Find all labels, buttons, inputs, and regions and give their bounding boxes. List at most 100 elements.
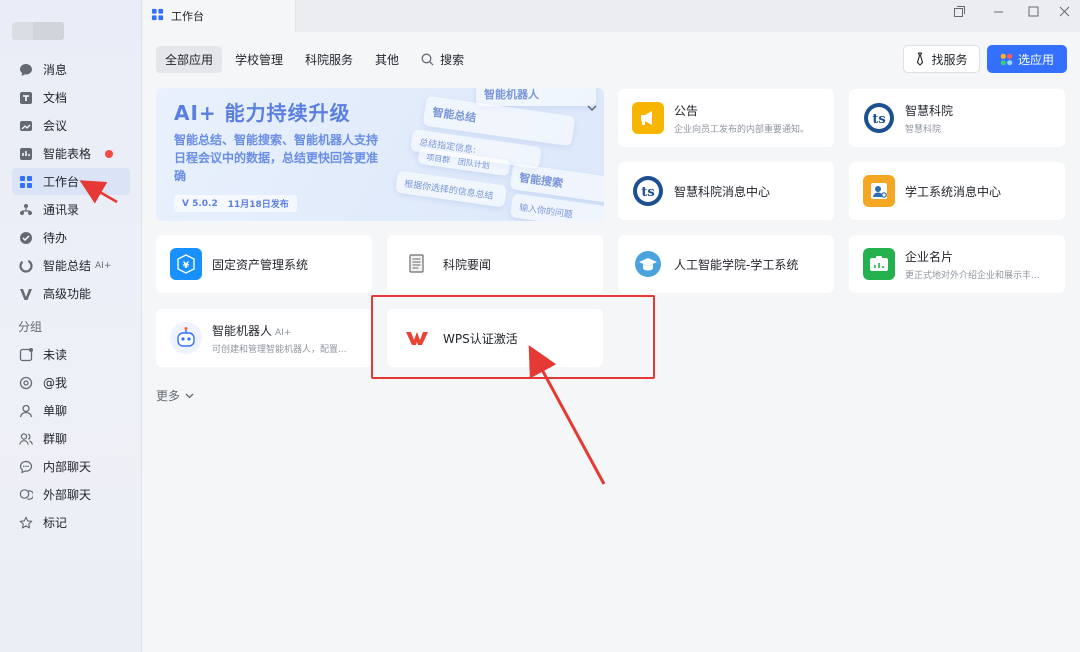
search-button[interactable]: 搜索 [412,46,473,73]
megaphone-icon [632,102,664,134]
ai-promo-banner[interactable]: AI+ 能力持续升级 智能总结、智能搜索、智能机器人支持日程会议中的数据，总结更… [156,88,604,221]
avatar[interactable] [12,22,64,40]
app-name: 企业名片 [905,249,954,264]
banner-description: 智能总结、智能搜索、智能机器人支持日程会议中的数据，总结更快回答更准确 [174,133,379,183]
user-icon [18,403,34,419]
app-description: 可创建和管理智能机器人，配置... [212,344,347,355]
app-description: 智慧科院 [905,124,942,135]
sidebar-item-meeting[interactable]: 会议 [12,112,130,139]
sidebar: 消息 文档 会议 智能表格 工作台 通讯录 待办 智能总结 AI+ 高级功能 分… [0,0,142,652]
sidebar-item-unread[interactable]: 未读 [12,341,130,368]
svg-text:ts: ts [641,185,654,200]
search-label: 搜索 [440,53,465,67]
sidebar-item-label: 工作台 [43,175,80,189]
app-announcement[interactable]: 公告 企业向员工发布的内部重要通知。 [618,89,834,147]
contacts-icon [18,202,34,218]
app-smart-college[interactable]: ts 智慧科院 智慧科院 [849,89,1065,147]
window-title: 工作台 [171,10,204,23]
sidebar-item-advanced[interactable]: 高级功能 [12,280,130,307]
notification-dot [105,149,114,158]
more-toggle[interactable]: 更多 [156,387,194,404]
sidebar-item-label: 未读 [43,348,68,362]
svg-text:¥: ¥ [183,261,190,271]
find-service-button[interactable]: 找服务 [903,45,980,73]
sidebar-item-marked[interactable]: 标记 [12,509,130,536]
window-tab[interactable]: 工作台 [143,0,296,32]
chat-icon [18,459,34,475]
banner-deco-note: 根据你选择的信息总结 [395,170,507,208]
app-name: 学工系统消息中心 [905,184,1002,199]
deco-text: 项目群 [425,152,451,165]
news-icon [401,248,433,280]
doc-icon [18,90,34,106]
app-name: 智慧科院消息中心 [674,184,771,199]
sidebar-item-label: 待办 [43,231,68,245]
school-logo-icon: ts [863,102,895,134]
release-date: 11月18日发布 [227,200,289,210]
app-smart-college-message-center[interactable]: ts 智慧科院消息中心 [618,162,834,220]
sidebar-item-external-chat[interactable]: 外部聊天 [12,481,130,508]
deco-text: 根据你选择的信息总结 [403,178,495,202]
app-name: 智能机器人 AI+ [212,322,347,339]
sidebar-item-docs[interactable]: 文档 [12,84,130,111]
star-icon [18,515,34,531]
sidebar-item-smart-summary[interactable]: 智能总结 AI+ [12,252,130,279]
tab-all-apps[interactable]: 全部应用 [156,46,223,73]
ai-badge: AI+ [95,260,112,271]
app-business-card[interactable]: 企业名片 更正式地对外介绍企业和展示丰... [849,235,1065,293]
popout-icon[interactable] [946,0,972,22]
at-icon [18,375,34,391]
minimize-icon[interactable] [985,0,1011,22]
banner-title: AI+ 能力持续升级 [174,101,351,125]
sidebar-item-label: @我 [43,376,68,390]
deco-text: 智能搜索 [518,171,564,191]
sidebar-item-workbench[interactable]: 工作台 [12,168,130,195]
app-smart-robot[interactable]: 智能机器人 AI+ 可创建和管理智能机器人，配置... [156,309,372,367]
sidebar-item-internal-chat[interactable]: 内部聊天 [12,453,130,480]
pick-app-button[interactable]: 选应用 [987,45,1067,73]
app-ai-college-student-affairs[interactable]: 人工智能学院-学工系统 [618,235,834,293]
asset-icon: ¥ [170,248,202,280]
tab-school-management[interactable]: 学校管理 [226,46,292,73]
tab-other[interactable]: 其他 [366,46,408,73]
chevron-down-icon[interactable] [584,100,600,116]
sidebar-item-group-chat[interactable]: 群聊 [12,425,130,452]
todo-icon [18,230,34,246]
group-icon [18,431,34,447]
robot-icon [170,322,202,354]
close-icon[interactable] [1051,0,1077,22]
message-icon [18,62,34,78]
sidebar-item-single-chat[interactable]: 单聊 [12,397,130,424]
category-tabs: 全部应用 学校管理 科院服务 其他 搜索 [156,46,477,73]
app-fixed-asset-management[interactable]: ¥ 固定资产管理系统 [156,235,372,293]
sidebar-item-label: 智能总结 [43,259,92,273]
app-name-text: 智能机器人 [212,323,273,338]
app-college-news[interactable]: 科院要闻 [387,235,603,293]
sidebar-item-messages[interactable]: 消息 [12,56,130,83]
sidebar-item-label: 会议 [43,119,68,133]
sidebar-item-label: 通讯录 [43,203,80,217]
sidebar-item-mentions[interactable]: @我 [12,369,130,396]
advanced-icon [18,286,34,302]
chevron-down-icon [185,393,194,399]
pick-app-label: 选应用 [1017,52,1054,67]
app-name: 智慧科院 [905,103,954,118]
app-student-affairs-message-center[interactable]: 学工系统消息中心 [849,162,1065,220]
sidebar-item-label: 高级功能 [43,287,92,301]
sidebar-item-smart-table[interactable]: 智能表格 [12,140,130,167]
sidebar-item-todo[interactable]: 待办 [12,224,130,251]
find-service-label: 找服务 [931,52,968,67]
app-name: 固定资产管理系统 [212,257,309,272]
maximize-icon[interactable] [1020,0,1046,22]
sidebar-item-contacts[interactable]: 通讯录 [12,196,130,223]
student-id-icon [863,175,895,207]
tab-college-services[interactable]: 科院服务 [296,46,362,73]
more-label: 更多 [156,389,181,403]
graduation-cap-icon [632,248,664,280]
sidebar-item-label: 消息 [43,63,68,77]
sidebar-item-label: 外部聊天 [43,488,92,502]
sidebar-item-label: 文档 [43,91,68,105]
search-icon [421,53,434,66]
workbench-icon [18,174,34,190]
tie-icon [915,52,925,66]
